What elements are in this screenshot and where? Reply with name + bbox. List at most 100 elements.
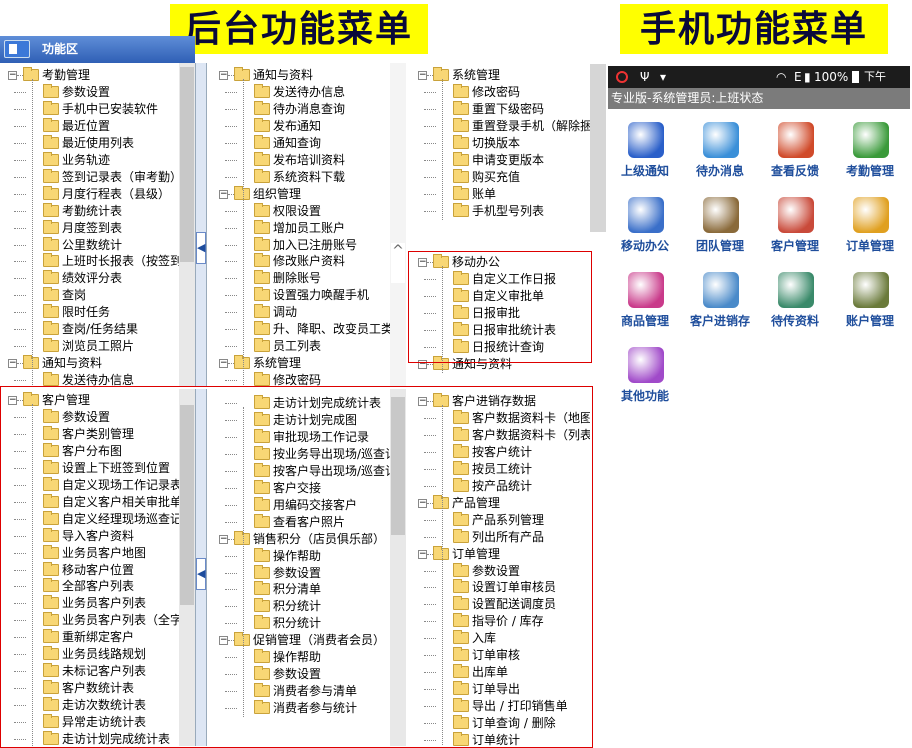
tree-item[interactable]: 限时任务 — [0, 304, 195, 321]
phone-app-11[interactable]: 账户管理 — [835, 268, 905, 340]
tree-item[interactable]: 签到记录表（审考勤） — [0, 168, 195, 186]
tree-item[interactable]: 操作帮助 — [211, 649, 407, 666]
tree-item[interactable]: 客户交接 — [211, 479, 407, 497]
tree-item[interactable]: 操作帮助 — [211, 547, 407, 565]
tree-item[interactable]: 发送待办信息 — [0, 372, 195, 386]
phone-app-12[interactable]: 其他功能 — [610, 343, 680, 415]
tree-group[interactable]: − 系统管理 — [408, 67, 590, 84]
tree-item[interactable]: 自定义现场工作记录表 — [0, 476, 195, 494]
tree-group[interactable]: − 客户管理 — [0, 392, 195, 409]
phone-app-8[interactable]: 商品管理 — [610, 268, 680, 340]
tree-item[interactable]: 升、降职、改变员工类 — [211, 321, 407, 338]
tree-item[interactable]: 列出所有产品 — [408, 528, 590, 546]
tree-item[interactable]: 业务员线路规划 — [0, 646, 195, 663]
tree-item[interactable]: 查岗/任务结果 — [0, 321, 195, 338]
col2-top-scrollbar[interactable]: ^ — [390, 63, 406, 386]
tree-item[interactable]: 发布培训资料 — [211, 151, 407, 169]
collapse-toggle-icon[interactable]: − — [219, 534, 228, 544]
tree-group[interactable]: − 移动办公 — [408, 254, 590, 271]
tree-group[interactable]: − 产品管理 — [408, 494, 590, 512]
tree-item[interactable]: 上班时长报表（按签到 — [0, 253, 195, 270]
tree-item[interactable]: 业务员客户地图 — [0, 544, 195, 562]
tree-item[interactable]: 增加员工账户 — [211, 219, 407, 237]
tree-item[interactable]: 最近使用列表 — [0, 134, 195, 152]
tree-item[interactable]: 手机型号列表 — [408, 202, 590, 220]
tree-item[interactable]: 设置订单审核员 — [408, 579, 590, 596]
tree-item[interactable]: 参数设置 — [0, 408, 195, 426]
tree-item[interactable]: 月度签到表 — [0, 219, 195, 237]
tree-item[interactable]: 未标记客户列表 — [0, 663, 195, 680]
tree-item[interactable]: 消费者参与统计 — [211, 700, 407, 717]
collapse-toggle-icon[interactable]: − — [8, 71, 17, 80]
collapse-left-pane-button-bot[interactable]: ◀ — [196, 558, 206, 590]
tree-item[interactable]: 自定义工作日报 — [408, 270, 590, 288]
tree-item[interactable]: 公里数统计 — [0, 236, 195, 254]
tree-item[interactable]: 自定义客户相关审批单 — [0, 493, 195, 511]
tree-item[interactable]: 业务轨迹 — [0, 151, 195, 169]
tree-item[interactable]: 指导价 / 库存 — [408, 613, 590, 630]
tree-item[interactable]: 设置配送调度员 — [408, 596, 590, 613]
tree-item[interactable]: 日报审批 — [408, 304, 590, 322]
tree-item[interactable]: 最近位置 — [0, 117, 195, 135]
tree-group[interactable]: − 促销管理（消费者会员） — [211, 632, 407, 649]
tree-item[interactable]: 重置登录手机（解除捆 — [408, 117, 590, 135]
tree-item[interactable]: 删除账号 — [211, 270, 407, 287]
tree-group[interactable]: − 通知与资料 — [211, 67, 407, 84]
tree-item[interactable]: 客户分布图 — [0, 442, 195, 460]
phone-app-2[interactable]: 查看反馈 — [760, 118, 830, 190]
tree-item[interactable]: 异常走访统计表 — [0, 714, 195, 731]
tree-item[interactable]: 积分统计 — [211, 615, 407, 632]
tree-item[interactable]: 考勤统计表 — [0, 202, 195, 220]
tree-item[interactable]: 通知查询 — [211, 134, 407, 152]
tree-item[interactable]: 修改密码 — [211, 372, 407, 386]
phone-app-7[interactable]: 订单管理 — [835, 193, 905, 265]
tree-item[interactable]: 月度行程表（县级） — [0, 185, 195, 203]
tree-item[interactable]: 积分统计 — [211, 598, 407, 615]
phone-app-6[interactable]: 客户管理 — [760, 193, 830, 265]
pane-divider-top[interactable] — [195, 63, 207, 386]
tree-item[interactable]: 浏览员工照片 — [0, 338, 195, 355]
tree-item[interactable]: 走访计划完成统计表 — [0, 731, 195, 746]
collapse-toggle-icon[interactable]: − — [418, 258, 427, 267]
collapse-toggle-icon[interactable]: − — [8, 396, 17, 405]
tree-item[interactable]: 走访计划完成统计表 — [211, 395, 407, 412]
tree-item[interactable]: 参数设置 — [211, 666, 407, 683]
tree-item[interactable]: 业务员客户列表（全字 — [0, 612, 195, 629]
collapse-toggle-icon[interactable]: − — [418, 498, 427, 508]
tree-item[interactable]: 消费者参与清单 — [211, 683, 407, 700]
tree-item[interactable]: 参数设置 — [0, 83, 195, 101]
tree-item[interactable]: 客户数据资料卡（地图 — [408, 409, 590, 427]
tree-item[interactable]: 按客户统计 — [408, 443, 590, 461]
tree-item[interactable]: 自定义审批单 — [408, 287, 590, 305]
tree-item[interactable]: 发送待办信息 — [211, 83, 407, 101]
tree-group[interactable]: − 通知与资料 — [408, 355, 590, 373]
tree-item[interactable]: 修改账户资料 — [211, 253, 407, 270]
tree-item[interactable]: 按产品统计 — [408, 477, 590, 495]
tree-item[interactable]: 导出 / 打印销售单 — [408, 698, 590, 715]
collapse-toggle-icon[interactable]: − — [8, 359, 17, 369]
tree-item[interactable]: 客户数据资料卡（列表 — [408, 426, 590, 444]
collapse-toggle-icon[interactable]: − — [219, 189, 228, 199]
collapse-toggle-icon[interactable]: − — [418, 71, 427, 80]
tree-item[interactable]: 权限设置 — [211, 202, 407, 220]
tree-item[interactable]: 切换版本 — [408, 134, 590, 152]
tree-item[interactable]: 账单 — [408, 185, 590, 203]
tree-item[interactable]: 走访次数统计表 — [0, 697, 195, 714]
tree-item[interactable]: 客户数统计表 — [0, 680, 195, 697]
phone-app-9[interactable]: 客户进销存 — [685, 268, 755, 340]
tree-item[interactable]: 绩效评分表 — [0, 270, 195, 287]
tree-item[interactable]: 设置强力唤醒手机 — [211, 287, 407, 304]
tree-group[interactable]: − 系统管理 — [211, 355, 407, 372]
collapse-left-pane-button-top[interactable]: ◀ — [196, 232, 206, 264]
collapse-toggle-icon[interactable]: − — [418, 549, 427, 559]
tree-item[interactable]: 订单统计 — [408, 732, 590, 746]
tree-item[interactable]: 重新绑定客户 — [0, 629, 195, 646]
tree-item[interactable]: 加入已注册账号 — [211, 236, 407, 254]
collapse-toggle-icon[interactable]: − — [219, 71, 228, 80]
phone-app-4[interactable]: 移动办公 — [610, 193, 680, 265]
tree-item[interactable]: 发布通知 — [211, 117, 407, 135]
tree-item[interactable]: 积分清单 — [211, 581, 407, 598]
tree-item[interactable]: 手机中已安装软件 — [0, 100, 195, 118]
col1-top-scrollbar[interactable] — [179, 63, 195, 386]
tree-item[interactable]: 查看客户照片 — [211, 513, 407, 531]
